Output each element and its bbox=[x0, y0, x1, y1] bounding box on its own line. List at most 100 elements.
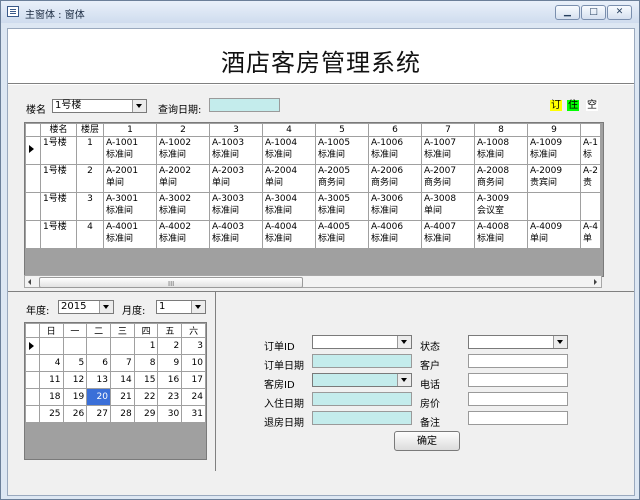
room-cell[interactable]: A-4007 标准间 bbox=[421, 220, 475, 249]
table-row[interactable]: 1号楼 1 A-1001 标准间 A-1002 标准间 A-1003 标准间 A-1004 标准间… bbox=[25, 136, 601, 165]
calendar-day[interactable]: 12 bbox=[62, 371, 88, 389]
calendar-day[interactable]: 27 bbox=[86, 405, 111, 423]
row-selector[interactable] bbox=[25, 405, 40, 423]
checkin-date-input[interactable] bbox=[312, 392, 412, 406]
calendar-day[interactable]: 30 bbox=[157, 405, 183, 423]
floor-cell[interactable]: 2 bbox=[76, 164, 104, 193]
table-row[interactable]: 1号楼 3 A-3001 标准间 A-3002 标准间 A-3003 标准间 A-3004 标准间… bbox=[25, 192, 601, 221]
query-date-input[interactable] bbox=[209, 98, 280, 112]
calendar-day[interactable]: 22 bbox=[133, 388, 159, 406]
row-selector[interactable] bbox=[25, 354, 40, 372]
calendar-day[interactable]: 23 bbox=[157, 388, 183, 406]
calendar-day[interactable]: 31 bbox=[181, 405, 206, 423]
chevron-down-icon[interactable] bbox=[191, 301, 205, 313]
row-selector[interactable] bbox=[25, 337, 40, 355]
room-cell[interactable]: A-4 单 bbox=[580, 220, 601, 249]
calendar-day[interactable]: 6 bbox=[86, 354, 111, 372]
room-cell[interactable]: A-1006 标准间 bbox=[368, 136, 422, 165]
calendar-day[interactable]: 25 bbox=[38, 405, 64, 423]
calendar-day[interactable]: 10 bbox=[181, 354, 206, 372]
row-selector[interactable] bbox=[25, 220, 41, 249]
room-cell[interactable] bbox=[580, 192, 601, 221]
room-cell[interactable]: A-4006 标准间 bbox=[368, 220, 422, 249]
chevron-down-icon[interactable] bbox=[397, 374, 411, 386]
order-id-select[interactable] bbox=[312, 335, 412, 349]
room-cell[interactable]: A-1008 标准间 bbox=[474, 136, 528, 165]
order-date-input[interactable] bbox=[312, 354, 412, 368]
room-cell[interactable]: A-3006 标准间 bbox=[368, 192, 422, 221]
checkout-date-input[interactable] bbox=[312, 411, 412, 425]
year-select[interactable]: 2015 bbox=[58, 300, 114, 314]
minimize-button[interactable]: ▁ bbox=[555, 5, 580, 20]
calendar-day[interactable]: 13 bbox=[86, 371, 111, 389]
room-cell[interactable]: A-1003 标准间 bbox=[209, 136, 263, 165]
row-selector[interactable] bbox=[25, 388, 40, 406]
room-cell[interactable]: A-2002 单间 bbox=[156, 164, 210, 193]
chevron-down-icon[interactable] bbox=[553, 336, 567, 348]
room-cell[interactable]: A-2001 单间 bbox=[103, 164, 157, 193]
calendar-day[interactable] bbox=[62, 337, 88, 355]
room-cell[interactable]: A-4003 标准间 bbox=[209, 220, 263, 249]
calendar-day[interactable]: 11 bbox=[38, 371, 64, 389]
calendar-day[interactable] bbox=[86, 337, 111, 355]
room-cell[interactable]: A-4002 标准间 bbox=[156, 220, 210, 249]
room-cell[interactable]: A-2004 单间 bbox=[262, 164, 316, 193]
room-cell[interactable]: A-4005 标准间 bbox=[315, 220, 369, 249]
room-cell[interactable]: A-1001 标准间 bbox=[103, 136, 157, 165]
calendar-day[interactable]: 8 bbox=[133, 354, 159, 372]
calendar-day[interactable]: 26 bbox=[62, 405, 88, 423]
chevron-down-icon[interactable] bbox=[99, 301, 113, 313]
room-cell[interactable]: A-2008 商务间 bbox=[474, 164, 528, 193]
room-cell[interactable]: A-2003 单间 bbox=[209, 164, 263, 193]
calendar-day[interactable]: 9 bbox=[157, 354, 183, 372]
room-cell[interactable]: A-3002 标准间 bbox=[156, 192, 210, 221]
confirm-button[interactable]: 确定 bbox=[394, 431, 460, 451]
room-cell[interactable]: A-4004 标准间 bbox=[262, 220, 316, 249]
calendar-day[interactable]: 29 bbox=[133, 405, 159, 423]
room-cell[interactable]: A-3003 标准间 bbox=[209, 192, 263, 221]
room-cell[interactable]: A-1007 标准间 bbox=[421, 136, 475, 165]
room-cell[interactable]: A-3008 单间 bbox=[421, 192, 475, 221]
room-cell[interactable]: A-4009 单间 bbox=[527, 220, 581, 249]
calendar-day[interactable]: 7 bbox=[109, 354, 135, 372]
floor-cell[interactable]: 3 bbox=[76, 192, 104, 221]
room-cell[interactable] bbox=[527, 192, 581, 221]
calendar-day[interactable] bbox=[109, 337, 135, 355]
room-cell[interactable]: A-2009 贵宾间 bbox=[527, 164, 581, 193]
note-input[interactable] bbox=[468, 411, 568, 425]
row-selector[interactable] bbox=[25, 371, 40, 389]
room-id-select[interactable] bbox=[312, 373, 412, 387]
scroll-left-icon[interactable] bbox=[28, 279, 31, 285]
row-selector[interactable] bbox=[25, 136, 41, 165]
close-button[interactable]: ✕ bbox=[607, 5, 632, 20]
customer-input[interactable] bbox=[468, 354, 568, 368]
room-cell[interactable]: A-4008 标准间 bbox=[474, 220, 528, 249]
row-selector[interactable] bbox=[25, 164, 41, 193]
room-cell[interactable]: A-1004 标准间 bbox=[262, 136, 316, 165]
calendar-grid[interactable]: 日一二三四五六 1 2 3 4 5 6 7 8 9 10 11 12 13 14 15 16 17 18 19 20 2… bbox=[24, 322, 207, 460]
room-cell[interactable]: A-1005 标准间 bbox=[315, 136, 369, 165]
calendar-day[interactable]: 24 bbox=[181, 388, 206, 406]
horizontal-scrollbar[interactable]: III bbox=[24, 275, 602, 288]
row-selector[interactable] bbox=[25, 192, 41, 221]
calendar-day[interactable]: 16 bbox=[157, 371, 183, 389]
room-cell[interactable]: A-3005 标准间 bbox=[315, 192, 369, 221]
chevron-down-icon[interactable] bbox=[132, 100, 146, 112]
calendar-day[interactable]: 17 bbox=[181, 371, 206, 389]
price-input[interactable] bbox=[468, 392, 568, 406]
scroll-right-icon[interactable] bbox=[594, 279, 597, 285]
calendar-day[interactable] bbox=[38, 337, 64, 355]
room-cell[interactable]: A-4001 标准间 bbox=[103, 220, 157, 249]
status-select[interactable] bbox=[468, 335, 568, 349]
chevron-down-icon[interactable] bbox=[397, 336, 411, 348]
scroll-thumb[interactable]: III bbox=[39, 277, 303, 288]
calendar-day[interactable]: 15 bbox=[133, 371, 159, 389]
room-cell[interactable]: A-3009 会议室 bbox=[474, 192, 528, 221]
month-select[interactable]: 1 bbox=[156, 300, 206, 314]
calendar-day[interactable]: 4 bbox=[38, 354, 64, 372]
room-cell[interactable]: A-2006 商务间 bbox=[368, 164, 422, 193]
calendar-day[interactable]: 28 bbox=[109, 405, 135, 423]
table-row[interactable]: 1号楼 4 A-4001 标准间 A-4002 标准间 A-4003 标准间 A-4004 标准间… bbox=[25, 220, 601, 249]
building-cell[interactable]: 1号楼 bbox=[40, 164, 77, 193]
calendar-day[interactable]: 20 bbox=[86, 388, 111, 406]
